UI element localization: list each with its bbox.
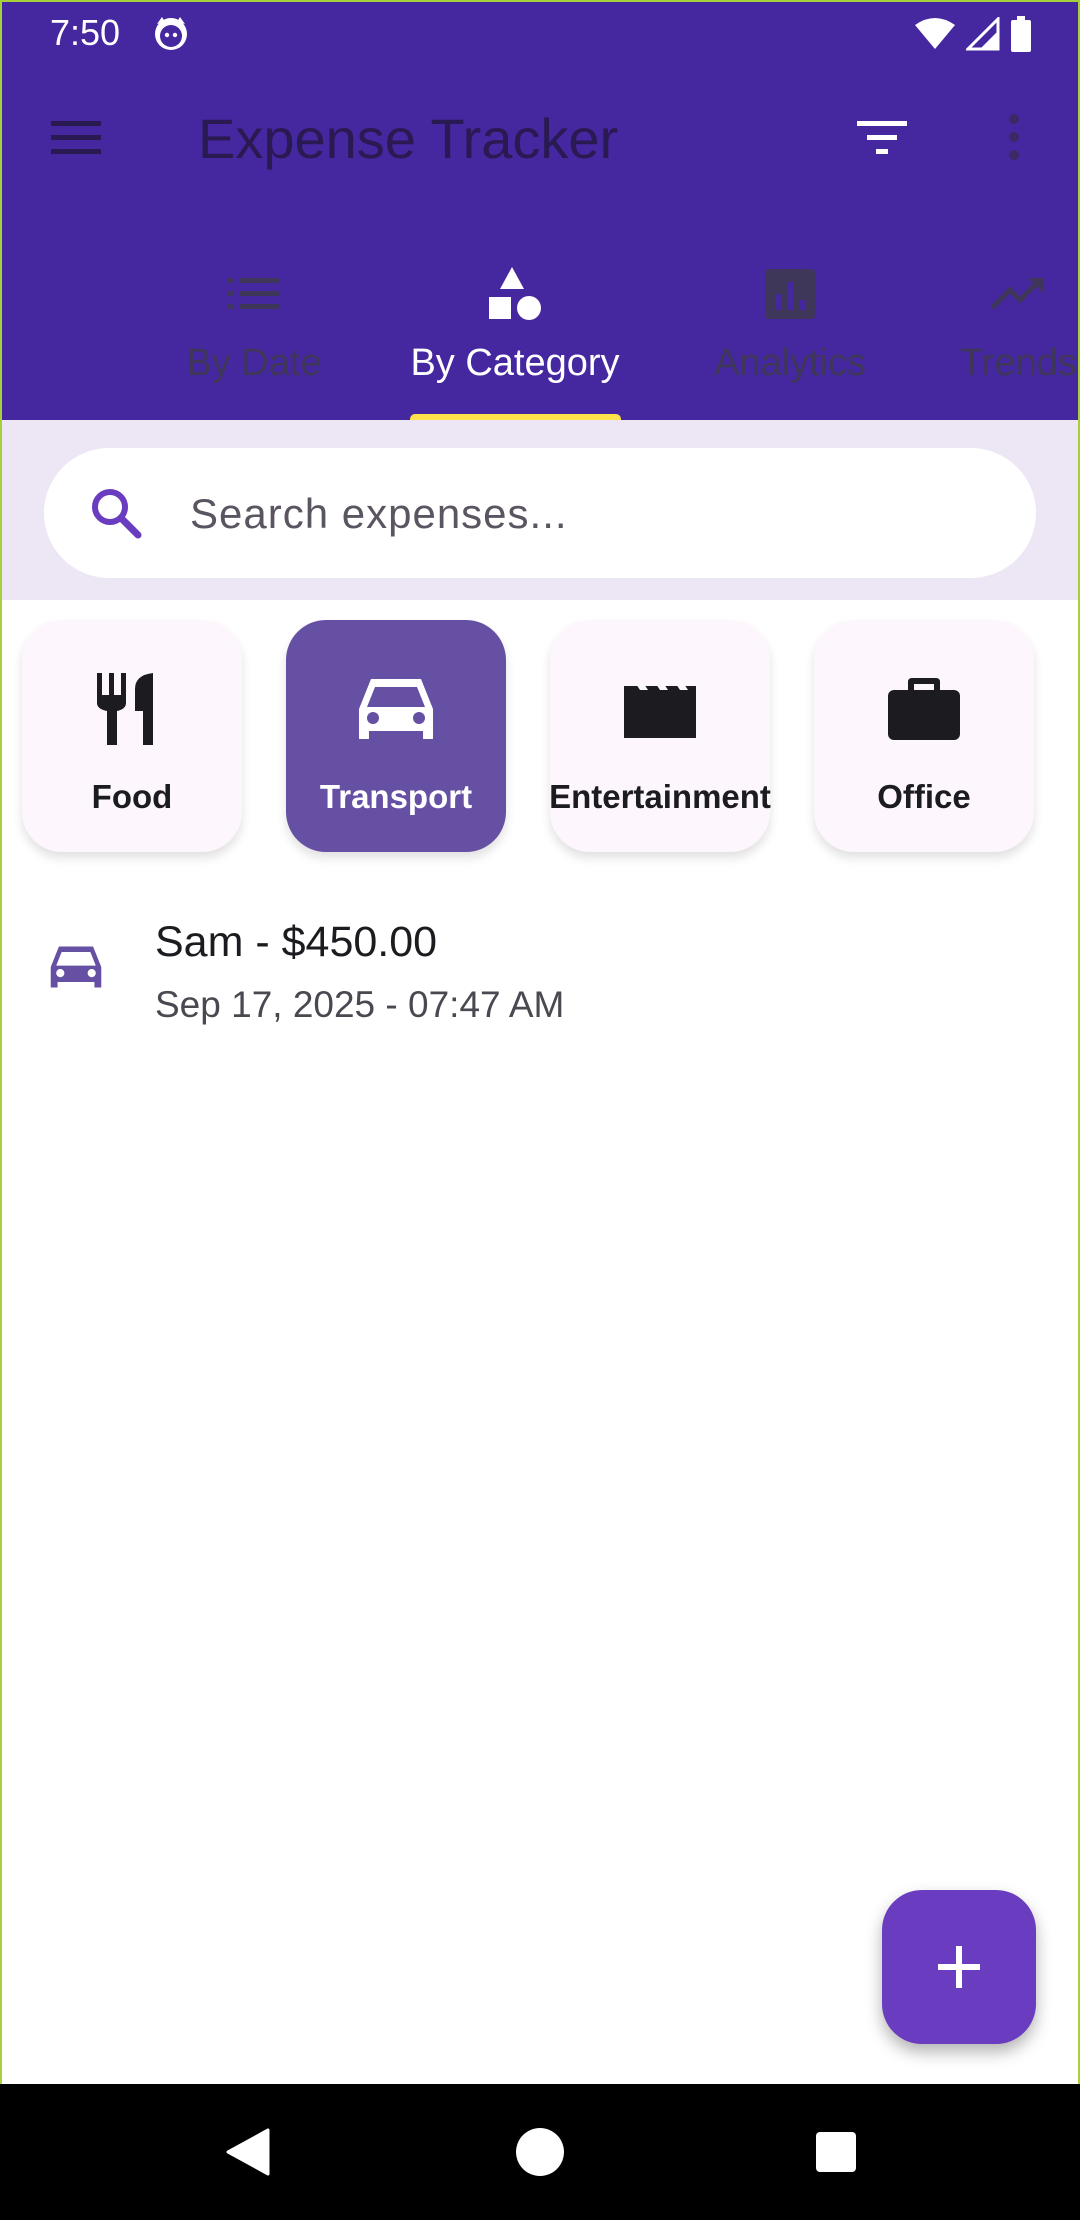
restaurant-icon [97, 673, 153, 745]
filter-icon [857, 121, 907, 154]
car-icon [50, 946, 102, 988]
system-navigation-bar [0, 2084, 1080, 2220]
expense-list-item[interactable]: Sam - $450.00 Sep 17, 2025 - 07:47 AM [0, 900, 1080, 1050]
back-triangle-icon [226, 2128, 270, 2176]
chip-label: Office [877, 778, 971, 815]
home-circle-icon [516, 2128, 564, 2176]
toolbar: Expense Tracker [0, 66, 1080, 216]
trending-up-icon [990, 278, 1044, 310]
expense-title: Sam - $450.00 [155, 918, 438, 966]
chip-label: Entertainment [549, 778, 771, 815]
list-icon [228, 278, 280, 309]
tab-by-date[interactable]: By Date [164, 240, 344, 420]
analytics-icon [765, 269, 815, 319]
category-chip-food[interactable]: Food [22, 620, 242, 852]
status-bar: 7:50 [0, 0, 1080, 66]
plus-icon [938, 1946, 980, 1988]
category-chip-entertainment[interactable]: Entertainment [549, 620, 771, 852]
overflow-menu-button[interactable] [978, 101, 1050, 173]
search-icon [92, 489, 142, 539]
notification-cat-icon [155, 17, 187, 50]
recents-square-icon [816, 2132, 856, 2172]
category-chips: Food Transport Entertainment Office [0, 620, 1080, 860]
expense-date: Sep 17, 2025 - 07:47 AM [155, 984, 565, 1025]
category-shapes-icon [489, 267, 541, 320]
movie-clapper-icon [624, 678, 696, 738]
home-button[interactable] [480, 2084, 600, 2220]
search-bar[interactable] [44, 448, 1036, 578]
search-input[interactable] [188, 468, 992, 560]
category-chip-office[interactable]: Office [814, 620, 1034, 852]
tab-analytics[interactable]: Analytics [690, 240, 890, 420]
chip-label: Food [91, 778, 173, 815]
hamburger-menu-icon [51, 121, 101, 154]
tab-bar: By Date By Category Analytics Trends [0, 240, 1080, 420]
filter-button[interactable] [846, 101, 918, 173]
app-bar: 7:50 Expense Tracker By Date By Category… [0, 0, 1080, 420]
signal-icon [966, 17, 1000, 51]
add-expense-button[interactable] [882, 1890, 1036, 2044]
status-time: 7:50 [50, 12, 121, 53]
app-title: Expense Tracker [198, 107, 619, 170]
chip-label: Transport [319, 778, 473, 815]
menu-button[interactable] [40, 101, 112, 173]
category-chip-transport[interactable]: Transport [286, 620, 506, 852]
tab-label: By Date [186, 342, 322, 384]
more-vert-icon [1009, 114, 1019, 160]
briefcase-icon [888, 678, 960, 740]
tab-label: Trends [960, 342, 1077, 384]
battery-icon [1011, 16, 1031, 52]
car-icon [359, 679, 433, 739]
back-button[interactable] [188, 2084, 308, 2220]
recents-button[interactable] [776, 2084, 896, 2220]
tab-label: By Category [410, 342, 620, 384]
tab-trends[interactable]: Trends [948, 240, 1080, 420]
tab-label: Analytics [713, 342, 867, 384]
tab-by-category[interactable]: By Category [398, 240, 632, 420]
wifi-icon [915, 18, 955, 49]
